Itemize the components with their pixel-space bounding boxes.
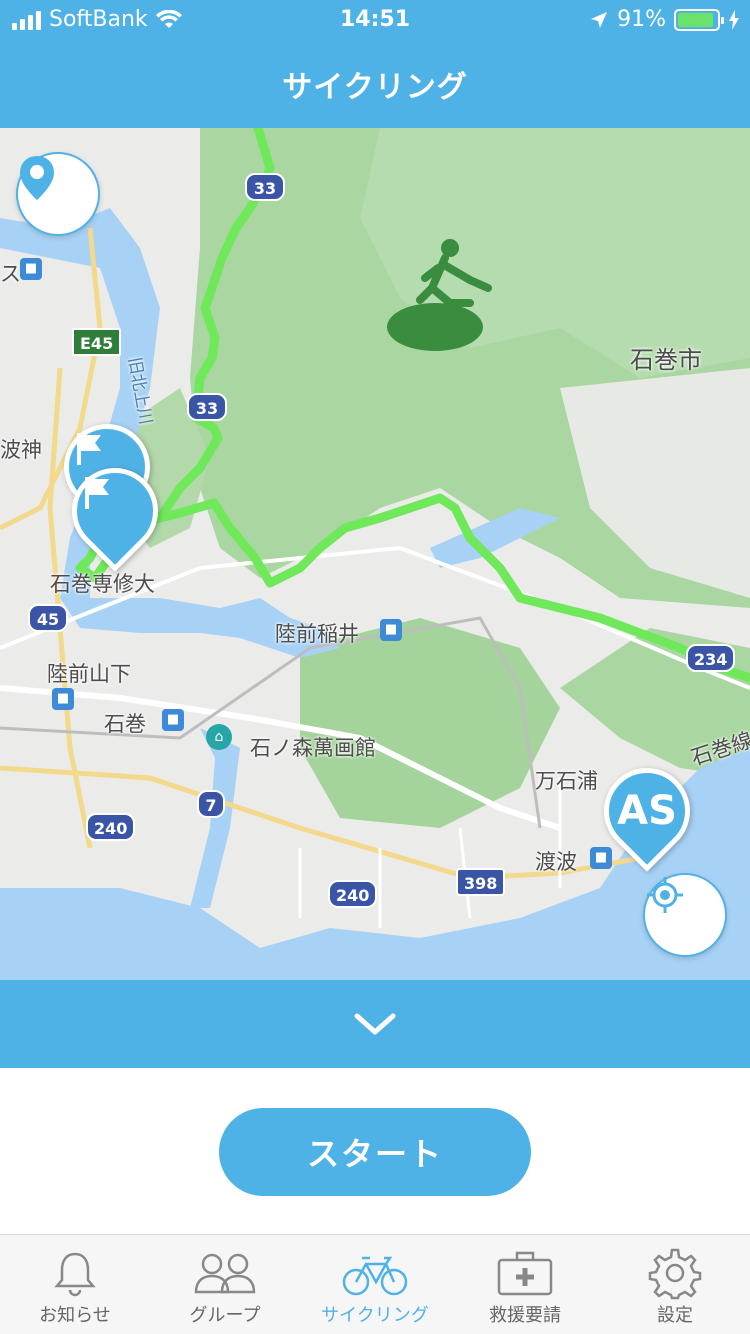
tab-label: グループ	[189, 1305, 261, 1326]
route-shield-240-mid: 240	[328, 880, 378, 908]
tab-label: 救援要請	[489, 1305, 561, 1326]
tab-settings[interactable]: 設定	[600, 1235, 750, 1334]
map-label-rikuzen-inai: 陸前稲井	[275, 622, 359, 646]
tab-label: お知らせ	[39, 1305, 111, 1326]
current-location-button[interactable]	[643, 873, 727, 957]
crosshair-icon	[647, 877, 683, 913]
first-aid-kit-icon	[497, 1251, 553, 1296]
tab-label: 設定	[657, 1305, 693, 1326]
map-label-watanoha: 渡波	[535, 850, 577, 874]
map-view[interactable]: 石巻市 石巻専修大 陸前稲井 陸前山下 石巻 石ノ森萬画館 万石浦 渡波 石巻線…	[0, 128, 750, 980]
cycling-screen: SoftBank 14:51 91% サイクリング 石巻市 石巻専修大 陸前稲井…	[0, 0, 750, 1334]
top-bar: SoftBank 14:51 91% サイクリング	[0, 0, 750, 128]
map-label-hamonoji: 波神	[0, 438, 42, 462]
route-shield-e45: E45	[72, 328, 122, 356]
tab-notifications[interactable]: お知らせ	[0, 1235, 150, 1334]
map-label-ishinomaki: 石巻	[104, 712, 146, 736]
collapse-panel-button[interactable]	[0, 980, 750, 1068]
page-title: サイクリング	[282, 70, 468, 105]
bicycle-icon	[342, 1256, 408, 1296]
flag-icon	[77, 433, 101, 465]
tab-label: サイクリング	[321, 1305, 429, 1326]
flag-icon	[85, 477, 109, 509]
bell-icon	[54, 1252, 96, 1297]
museum-icon: ⌂	[206, 724, 232, 750]
battery-percent: 91%	[617, 7, 666, 32]
route-shield-33-mid: 33	[187, 393, 227, 421]
start-button[interactable]: スタート	[219, 1108, 531, 1196]
map-label-edge: ス	[0, 262, 21, 286]
map-label-mangokuura: 万石浦	[535, 769, 598, 793]
user-initials: AS	[617, 788, 677, 834]
train-station-icon: ■	[20, 258, 42, 280]
train-station-icon: ■	[380, 619, 402, 641]
train-station-icon: ■	[162, 709, 184, 731]
route-shield-7: 7	[197, 790, 225, 818]
route-shield-234: 234	[686, 644, 736, 672]
route-shield-240-left: 240	[86, 813, 136, 841]
chevron-down-icon	[354, 1013, 396, 1035]
route-shield-33-top: 33	[245, 173, 285, 201]
status-right: 91%	[589, 7, 740, 32]
map-pin-icon	[20, 156, 54, 200]
location-arrow-icon	[591, 11, 608, 28]
battery-icon	[674, 8, 724, 31]
map-label-senshu-univ: 石巻専修大	[50, 572, 155, 596]
map-pin-button[interactable]	[16, 152, 100, 236]
map-label-rikuzen-yamashita: 陸前山下	[47, 662, 131, 686]
group-icon	[194, 1253, 256, 1294]
map-label-ishinomaki-city: 石巻市	[630, 346, 702, 374]
route-shield-45: 45	[28, 604, 68, 632]
route-shield-398: 398	[456, 868, 506, 896]
tab-bar: お知らせ グループ サイクリング 救援要請 設定	[0, 1234, 750, 1334]
tab-rescue-request[interactable]: 救援要請	[450, 1235, 600, 1334]
train-station-icon: ■	[52, 688, 74, 710]
tab-cycling[interactable]: サイクリング	[300, 1235, 450, 1334]
tab-group[interactable]: グループ	[150, 1235, 300, 1334]
train-station-icon: ■	[590, 847, 612, 869]
map-label-mangakan: 石ノ森萬画館	[250, 736, 376, 760]
charging-bolt-icon	[729, 9, 739, 30]
status-bar: SoftBank 14:51 91%	[0, 0, 750, 40]
gear-icon	[648, 1248, 702, 1300]
